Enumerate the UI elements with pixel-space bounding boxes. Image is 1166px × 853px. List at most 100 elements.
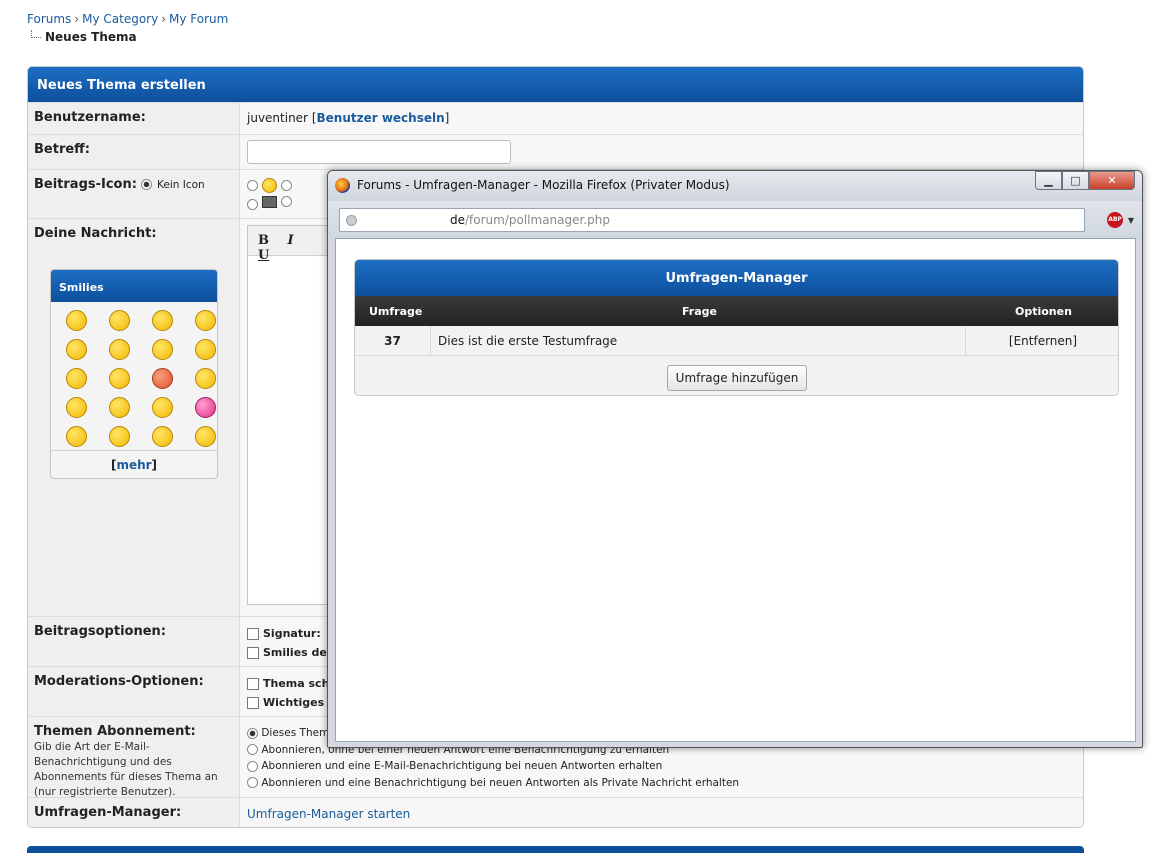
post-icon-label: Beitrags-Icon:	[34, 177, 137, 192]
sticky-checkbox[interactable]	[247, 697, 259, 709]
subscribe-radio-silent[interactable]	[247, 744, 258, 755]
at-icon[interactable]	[66, 368, 87, 389]
subject-input[interactable]	[247, 140, 511, 164]
poll-table-header: Umfrage Frage Optionen	[355, 296, 1118, 326]
wink-smiley-icon[interactable]	[152, 426, 173, 447]
film-icon	[261, 195, 277, 208]
row-subject: Betreff:	[28, 134, 1083, 169]
roll-eyes-icon[interactable]	[109, 339, 130, 360]
subscribe-option-3: Abonnieren und eine Benachrichtigung bei…	[261, 776, 740, 789]
subscription-desc: Gib die Art der E-Mail-Benachrichtigung …	[34, 741, 218, 798]
confused-icon[interactable]	[195, 368, 216, 389]
message-label: Deine Nachricht:	[34, 226, 157, 241]
post-options-label: Beitragsoptionen:	[28, 617, 240, 666]
window-title: Forums - Umfragen-Manager - Mozilla Fire…	[357, 178, 730, 192]
angel-icon[interactable]	[109, 368, 130, 389]
underline-button[interactable]: U	[258, 248, 269, 263]
adblock-dropdown-icon[interactable]: ▼	[1128, 216, 1134, 225]
no-icon-radio[interactable]	[141, 179, 153, 190]
poll-id: 37	[355, 326, 431, 356]
tongue-icon[interactable]	[66, 339, 87, 360]
close-button[interactable]: ✕	[1089, 171, 1135, 190]
subscribe-radio-email[interactable]	[247, 760, 258, 772]
sleepy-icon[interactable]	[109, 397, 130, 418]
cool-icon[interactable]	[152, 310, 173, 331]
next-panel-header	[27, 846, 1084, 853]
table-row: 37 Dies ist die erste Testumfrage [Entfe…	[355, 326, 1118, 356]
exclamation-icon[interactable]	[152, 397, 173, 418]
col-options: Optionen	[1015, 305, 1072, 318]
icon-radio-1[interactable]	[247, 180, 258, 191]
eek-icon[interactable]	[152, 339, 173, 360]
italic-button[interactable]: I	[288, 233, 294, 248]
col-question: Frage	[682, 305, 717, 318]
subscribe-radio-pm[interactable]	[247, 777, 258, 788]
sticky-label: Wichtiges	[263, 696, 325, 709]
signature-label: Signatur:	[263, 627, 321, 640]
poll-manager-title: Umfragen-Manager	[355, 260, 1118, 296]
url-host: de	[450, 213, 465, 227]
firefox-logo-icon	[335, 178, 350, 193]
url-toolbar: de/forum/pollmanager.php ABP ▼	[328, 201, 1142, 238]
unsure-icon[interactable]	[195, 426, 216, 447]
icon-radio-2[interactable]	[280, 180, 292, 191]
close-thread-checkbox[interactable]	[247, 678, 259, 690]
big-grin-icon[interactable]	[195, 310, 216, 331]
switch-user-link[interactable]: Benutzer wechseln	[317, 111, 445, 125]
question-icon[interactable]	[66, 426, 87, 447]
breadcrumb-category[interactable]: My Category	[82, 12, 158, 26]
bold-button[interactable]: B	[258, 233, 269, 248]
poll-manager-label: Umfragen-Manager:	[28, 798, 240, 827]
breadcrumb-forums[interactable]: Forums	[27, 12, 71, 26]
icon-radio-4[interactable]	[280, 196, 292, 207]
frown-icon[interactable]	[195, 339, 216, 360]
remove-poll-link[interactable]: [Entfernen]	[965, 326, 1118, 356]
icon-radio-3[interactable]	[247, 199, 258, 210]
dizzy-icon[interactable]	[66, 397, 87, 418]
globe-icon	[346, 215, 357, 226]
mod-options-label: Moderations-Optionen:	[28, 667, 240, 716]
url-path: /forum/pollmanager.php	[465, 213, 610, 227]
breadcrumb: Forums › My Category › My Forum	[27, 12, 229, 26]
smilies-title: Smilies	[51, 270, 217, 302]
col-poll: Umfrage	[369, 305, 423, 318]
heart-icon[interactable]	[195, 397, 216, 418]
url-field[interactable]: de/forum/pollmanager.php	[339, 208, 1085, 232]
breadcrumb-forum[interactable]: My Forum	[169, 12, 228, 26]
wink-icon	[261, 178, 277, 193]
signature-checkbox[interactable]	[247, 628, 259, 640]
smilies-grid	[51, 302, 217, 447]
smilies-checkbox[interactable]	[247, 647, 259, 659]
add-poll-button[interactable]: Umfrage hinzufügen	[667, 365, 807, 391]
smile-icon[interactable]	[66, 310, 87, 331]
grin-icon[interactable]	[109, 310, 130, 331]
poll-manager-panel: Umfragen-Manager Umfrage Frage Optionen …	[354, 259, 1119, 396]
no-icon-label: Kein Icon	[157, 179, 205, 191]
smilies-more-link[interactable]: mehr	[116, 458, 151, 472]
subscribe-radio-none[interactable]	[247, 727, 258, 739]
username-label: Benutzername:	[28, 103, 240, 134]
minimize-button[interactable]: ▁	[1035, 171, 1062, 190]
popup-content: Umfragen-Manager Umfrage Frage Optionen …	[335, 238, 1136, 742]
subscribe-option-2: Abonnieren und eine E-Mail-Benachrichtig…	[261, 760, 663, 772]
window-titlebar[interactable]: Forums - Umfragen-Manager - Mozilla Fire…	[328, 171, 1142, 201]
row-username: Benutzername: juventiner [Benutzer wechs…	[28, 102, 1083, 134]
poll-question: Dies ist die erste Testumfrage	[438, 334, 618, 348]
subject-label: Betreff:	[28, 135, 240, 169]
maximize-button[interactable]: □	[1062, 171, 1089, 190]
mad-icon[interactable]	[152, 368, 173, 389]
subscribe-option-0: Dieses Them	[261, 727, 330, 739]
firefox-popup-window: Forums - Umfragen-Manager - Mozilla Fire…	[327, 170, 1143, 748]
close-thread-label: Thema sch	[263, 677, 330, 690]
window-controls: ▁ □ ✕	[1035, 171, 1135, 190]
poll-manager-link[interactable]: Umfragen-Manager starten	[247, 807, 410, 821]
smilies-option-label: Smilies de	[263, 646, 327, 659]
panel-title: Neues Thema erstellen	[28, 67, 1083, 102]
adblock-icon[interactable]: ABP	[1107, 212, 1123, 228]
username-value: juventiner	[247, 111, 308, 125]
tree-line-icon	[31, 30, 41, 38]
row-poll-manager: Umfragen-Manager: Umfragen-Manager start…	[28, 797, 1083, 827]
smilies-box: Smilies [mehr]	[50, 269, 218, 479]
breadcrumb-current: Neues Thema	[31, 30, 137, 44]
idea-icon[interactable]	[109, 426, 130, 447]
